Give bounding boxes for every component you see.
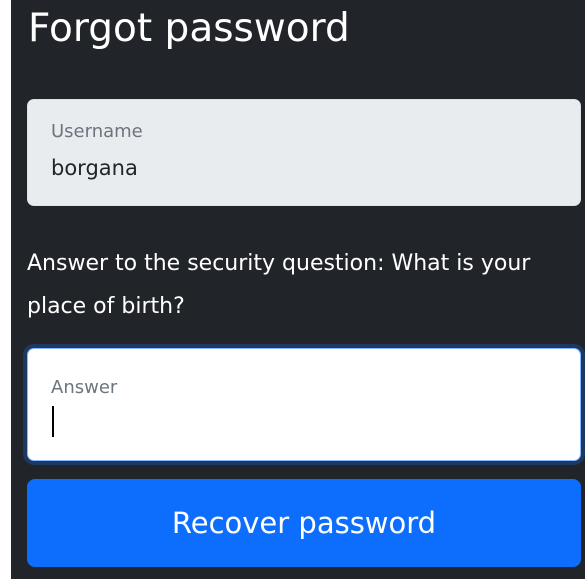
username-value: borgana [51,156,138,180]
username-label: Username [51,121,143,142]
username-field: Username borgana [27,99,581,206]
answer-input[interactable] [50,407,550,437]
recover-password-button[interactable]: Recover password [27,479,581,567]
answer-label: Answer [51,377,118,398]
security-question-text: Answer to the security question: What is… [27,251,531,319]
page-title: Forgot password [28,6,350,51]
answer-field[interactable]: Answer [27,348,581,461]
forgot-password-panel: Forgot password Username borgana Answer … [11,0,585,579]
text-caret [52,406,54,437]
